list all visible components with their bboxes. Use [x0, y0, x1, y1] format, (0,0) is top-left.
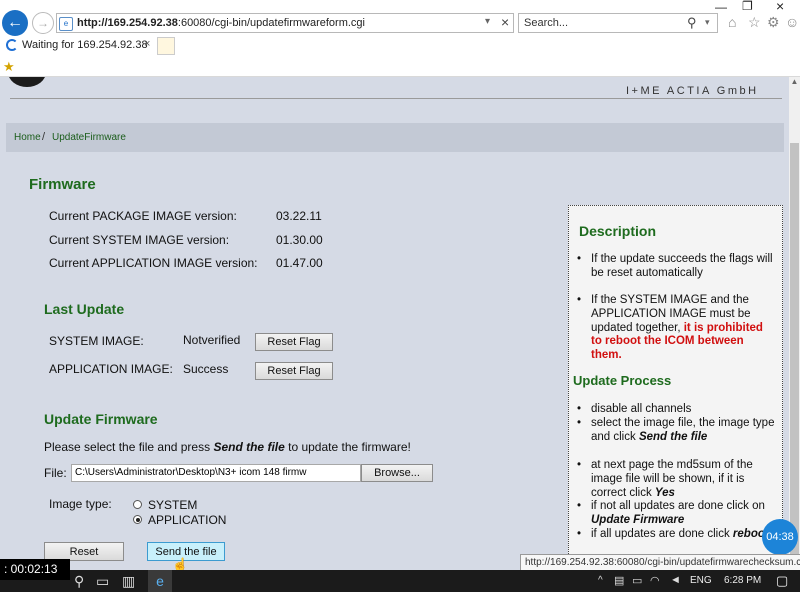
version-value: 03.22.11: [276, 209, 322, 223]
recording-timer: : 00:02:13: [0, 559, 70, 580]
forward-button[interactable]: →: [32, 12, 54, 34]
smiley-icon[interactable]: ☺: [785, 14, 799, 30]
list-item: if all updates are done click reboot: [577, 528, 776, 542]
restore-icon[interactable]: ❐: [742, 0, 753, 13]
new-tab-button[interactable]: [157, 37, 175, 55]
add-favorite-icon[interactable]: ★: [3, 59, 15, 75]
image-type-label: Image type:: [49, 497, 112, 511]
tab-close-icon[interactable]: ×: [144, 38, 150, 50]
description-title: Description: [579, 223, 657, 239]
browse-button[interactable]: Browse...: [361, 464, 433, 482]
company-name: I+ME ACTIA GmbH: [626, 85, 759, 97]
description-panel: Description If the update succeeds the f…: [568, 205, 783, 570]
version-label: Current PACKAGE IMAGE version:: [49, 209, 237, 223]
list-item: if not all updates are done click on Upd…: [577, 500, 776, 528]
update-process-title: Update Process: [573, 373, 672, 388]
version-label: Current SYSTEM IMAGE version:: [49, 233, 230, 247]
breadcrumb-separator: /: [42, 131, 46, 143]
list-item: disable all channels: [577, 403, 776, 417]
wifi-icon[interactable]: ◠: [650, 574, 660, 587]
update-firmware-title: Update Firmware: [44, 411, 158, 427]
back-button[interactable]: ←: [2, 10, 28, 36]
page-icon: e: [59, 17, 73, 31]
application-radio[interactable]: [133, 515, 142, 524]
loading-icon: [6, 39, 18, 51]
image-status: Success: [183, 362, 229, 376]
search-icon[interactable]: ⚲: [74, 573, 84, 590]
firmware-title: Firmware: [29, 176, 96, 193]
file-path-field[interactable]: C:\Users\Administrator\Desktop\N3+ icom …: [71, 464, 361, 482]
scroll-up-icon[interactable]: ▲: [789, 77, 800, 89]
notification-icon[interactable]: ▢: [776, 573, 788, 589]
version-label: Current APPLICATION IMAGE version:: [49, 256, 258, 270]
browser-tab[interactable]: Waiting for 169.254.92.38 ×: [0, 36, 155, 56]
volume-icon[interactable]: ◄: [670, 574, 681, 586]
server-manager-icon[interactable]: ▥: [122, 573, 135, 590]
tab-title: Waiting for 169.254.92.38: [22, 39, 148, 51]
search-icon[interactable]: ⚲: [687, 15, 697, 31]
stop-icon[interactable]: ×: [501, 14, 509, 30]
list-item: at next page the md5sum of the image fil…: [577, 459, 776, 500]
gear-icon[interactable]: ⚙: [767, 14, 780, 31]
update-instructions: Please select the file and press Send th…: [44, 440, 411, 454]
list-item: If the update succeeds the flags will be…: [577, 253, 776, 281]
scrollbar[interactable]: ▲: [789, 77, 800, 570]
address-url: http://169.254.92.38:60080/cgi-bin/updat…: [77, 17, 365, 29]
divider: [10, 98, 782, 99]
breadcrumb-home-link[interactable]: Home: [14, 132, 41, 143]
radio-label: APPLICATION: [148, 513, 227, 527]
search-box[interactable]: Search... ⚲ ▾: [518, 13, 718, 33]
list-item: select the image file, the image type an…: [577, 417, 776, 445]
battery-icon[interactable]: ▭: [632, 574, 642, 587]
chevron-down-icon[interactable]: ▾: [705, 17, 710, 28]
image-label: APPLICATION IMAGE:: [49, 362, 173, 376]
reset-flag-button[interactable]: Reset Flag: [255, 362, 333, 380]
clock[interactable]: 6:28 PM: [724, 575, 761, 586]
scrollbar-thumb[interactable]: [790, 143, 799, 563]
breadcrumb: Home / UpdateFirmware: [6, 123, 784, 152]
page-content: I+ME ACTIA GmbH Home / UpdateFirmware Fi…: [0, 77, 789, 570]
search-placeholder: Search...: [524, 17, 569, 29]
taskbar: ⚲ ▭ ▥ e ^ ▤ ▭ ◠ ◄ ENG 6:28 PM ▢: [0, 570, 800, 592]
reset-flag-button[interactable]: Reset Flag: [255, 333, 333, 351]
minimize-icon[interactable]: —: [715, 0, 727, 14]
last-update-title: Last Update: [44, 301, 125, 317]
close-icon[interactable]: ×: [776, 0, 784, 14]
favorites-bar: ★: [0, 56, 800, 77]
breadcrumb-current-link[interactable]: UpdateFirmware: [52, 132, 126, 143]
language-indicator[interactable]: ENG: [690, 575, 712, 586]
file-explorer-icon[interactable]: ▭: [96, 573, 109, 590]
home-icon[interactable]: ⌂: [728, 14, 736, 30]
tray-chevron-icon[interactable]: ^: [598, 575, 603, 586]
file-label: File:: [44, 466, 67, 480]
image-status: Notverified: [183, 333, 241, 347]
radio-label: SYSTEM: [148, 498, 198, 512]
system-radio[interactable]: [133, 500, 142, 509]
logo: [8, 77, 46, 87]
address-bar[interactable]: e http://169.254.92.38:60080/cgi-bin/upd…: [56, 13, 514, 33]
chevron-down-icon[interactable]: ▾: [485, 16, 490, 27]
list-item: If the SYSTEM IMAGE and the APPLICATION …: [577, 294, 776, 363]
network-icon[interactable]: ▤: [614, 574, 624, 587]
image-label: SYSTEM IMAGE:: [49, 334, 144, 348]
internet-explorer-icon[interactable]: e: [148, 570, 172, 592]
timer-bubble: 04:38: [762, 519, 798, 555]
version-value: 01.47.00: [276, 256, 323, 270]
favorites-star-icon[interactable]: ☆: [748, 14, 761, 31]
version-value: 01.30.00: [276, 233, 323, 247]
